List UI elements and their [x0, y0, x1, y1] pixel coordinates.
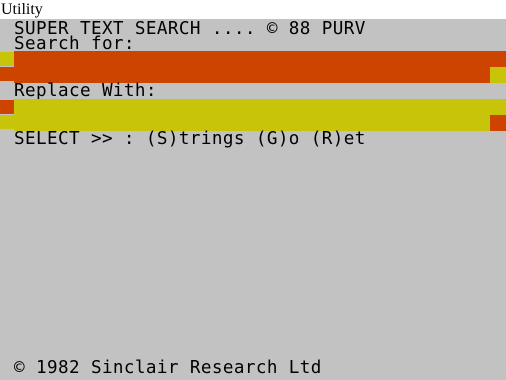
footer-copyright: © 1982 Sinclair Research Ltd	[14, 358, 322, 378]
search-field-left-fill	[0, 67, 14, 81]
replace-field-left-fill	[0, 115, 14, 129]
replace-cursor-marker	[0, 100, 14, 114]
replace-field[interactable]	[14, 99, 506, 131]
search-cursor-marker	[0, 52, 14, 66]
replace-label: Replace With:	[14, 81, 157, 101]
search-label: Search for:	[14, 34, 135, 54]
search-end-marker	[490, 67, 506, 83]
window-caption: Utility	[0, 0, 506, 19]
select-menu-line[interactable]: SELECT >> : (S)trings (G)o (R)et	[14, 130, 366, 148]
search-field[interactable]	[14, 51, 506, 83]
replace-end-marker	[490, 115, 506, 131]
spectrum-screen: SUPER TEXT SEARCH .... © 88 PURV Search …	[0, 19, 506, 380]
